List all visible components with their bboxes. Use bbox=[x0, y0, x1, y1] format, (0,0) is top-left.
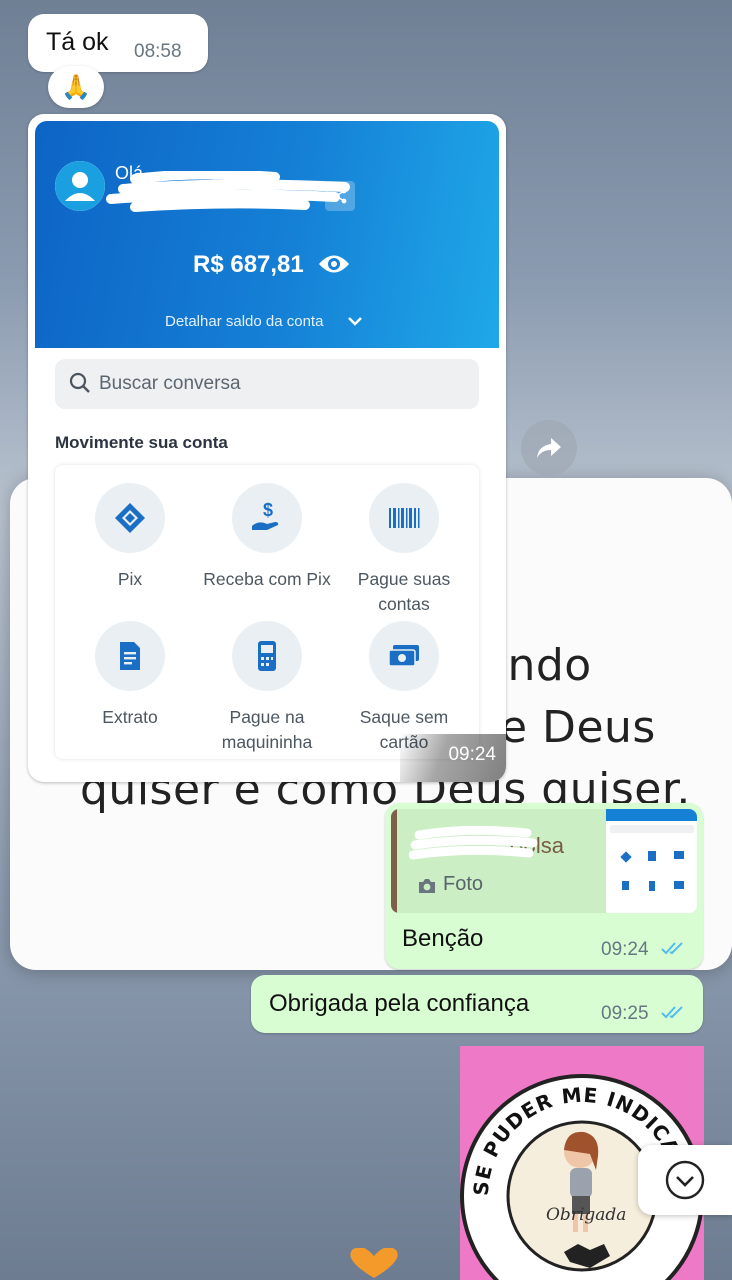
chevron-down-icon bbox=[348, 317, 362, 326]
svg-text:$: $ bbox=[263, 500, 273, 520]
eye-icon[interactable] bbox=[317, 251, 351, 277]
tile-label: Pague suas contas bbox=[357, 569, 451, 614]
redaction-scribble bbox=[409, 825, 538, 860]
outgoing-message-bubble[interactable]: Obrigada pela confiança 09:25 bbox=[251, 975, 703, 1033]
balance-amount: R$ 687,81 bbox=[193, 251, 304, 278]
bank-screenshot-image: Olá R$ 687,81 Detalhar saldo da conta Bu… bbox=[35, 121, 499, 775]
tile-label: Extrato bbox=[102, 707, 158, 727]
status-text-line2: e Deus bbox=[500, 702, 656, 753]
message-text: Obrigada pela confiança bbox=[269, 990, 530, 1017]
image-message-bubble[interactable]: Olá R$ 687,81 Detalhar saldo da conta Bu… bbox=[28, 114, 506, 782]
reaction-badge[interactable]: 🙏 bbox=[48, 66, 104, 108]
scroll-to-bottom-button[interactable] bbox=[638, 1145, 732, 1215]
search-icon bbox=[69, 372, 90, 393]
share-button[interactable] bbox=[325, 181, 355, 211]
pix-icon bbox=[115, 503, 145, 533]
incoming-message-bubble[interactable]: Tá ok 08:58 bbox=[28, 14, 208, 72]
message-time: 09:24 bbox=[448, 744, 496, 765]
tile-label: Pix bbox=[117, 569, 143, 589]
tile-label: Pague na maquininha bbox=[221, 707, 313, 752]
message-text: Benção bbox=[402, 925, 484, 952]
tile-label: Receba com Pix bbox=[203, 569, 331, 589]
chevron-down-icon bbox=[665, 1160, 705, 1200]
message-time: 09:24 bbox=[601, 939, 649, 960]
double-check-icon bbox=[661, 942, 683, 955]
tile-card-machine[interactable]: Pague na maquininha bbox=[197, 621, 337, 755]
forward-icon bbox=[537, 438, 561, 458]
redaction-scribble bbox=[106, 171, 350, 212]
quoted-message[interactable]: Bolsa Foto bbox=[391, 809, 697, 913]
statement-icon bbox=[120, 642, 140, 670]
message-text: Tá ok bbox=[46, 28, 109, 56]
message-time: 08:58 bbox=[134, 41, 182, 62]
tile-statement[interactable]: Extrato bbox=[60, 621, 200, 730]
quoted-thumbnail bbox=[605, 809, 697, 913]
tile-pix[interactable]: Pix bbox=[60, 483, 200, 592]
bank-header: Olá R$ 687,81 Detalhar saldo da conta bbox=[35, 121, 499, 348]
card-machine-icon bbox=[258, 641, 276, 671]
pray-emoji-icon: 🙏 bbox=[61, 73, 91, 101]
tile-receive-pix[interactable]: $ Receba com Pix bbox=[197, 483, 337, 592]
avatar bbox=[55, 161, 105, 211]
quote-accent-bar bbox=[391, 809, 397, 913]
share-icon bbox=[333, 188, 347, 204]
section-title: Movimente sua conta bbox=[55, 433, 228, 452]
cash-withdraw-icon bbox=[388, 645, 419, 667]
tile-pay-bills[interactable]: Pague suas contas bbox=[334, 483, 474, 617]
outgoing-reply-bubble[interactable]: Bolsa Foto Benção 09:24 bbox=[385, 803, 703, 969]
search-placeholder: Buscar conversa bbox=[99, 373, 241, 394]
barcode-icon bbox=[389, 508, 420, 528]
image-time-overlay: 09:24 bbox=[400, 734, 506, 782]
forward-button[interactable] bbox=[521, 420, 577, 476]
search-input[interactable]: Buscar conversa bbox=[55, 359, 479, 409]
camera-icon bbox=[419, 879, 435, 893]
actions-grid: Pix $ Receba com Pix Pague suas contas E… bbox=[55, 465, 479, 759]
message-time: 09:25 bbox=[601, 1003, 649, 1024]
receive-money-icon: $ bbox=[252, 500, 279, 530]
sticker-center-text: Obrigada bbox=[546, 1205, 626, 1225]
double-check-icon bbox=[661, 1006, 683, 1019]
detail-balance-link[interactable]: Detalhar saldo da conta bbox=[165, 313, 323, 330]
quoted-type-label: Foto bbox=[443, 873, 484, 895]
orange-heart-icon bbox=[350, 1248, 398, 1278]
